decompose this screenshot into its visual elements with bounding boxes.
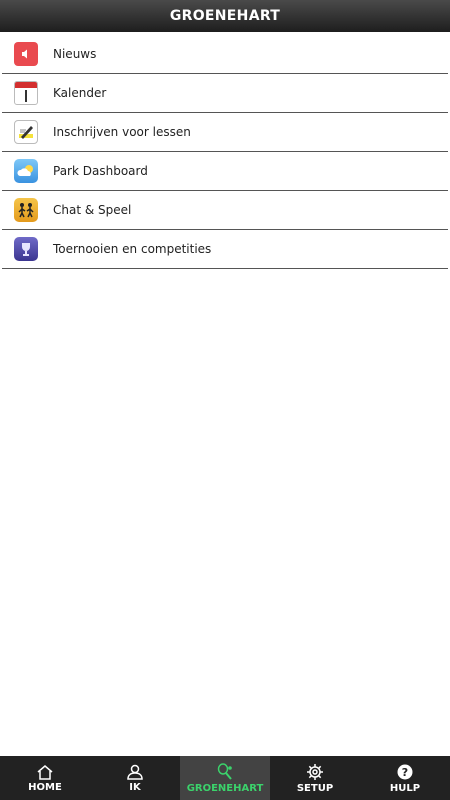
person-icon xyxy=(127,764,143,780)
menu-item-label: Toernooien en competities xyxy=(53,242,212,256)
tab-hulp[interactable]: ? HULP xyxy=(360,756,450,800)
speaker-icon xyxy=(14,42,38,66)
tennis-racket-icon xyxy=(217,762,232,780)
bottom-tab-bar: HOME IK GROENEHART SETUP ? HULP xyxy=(0,756,450,800)
menu-item-label: Kalender xyxy=(53,86,107,100)
calendar-icon xyxy=(14,81,38,105)
gear-icon xyxy=(307,763,323,780)
menu-item-inschrijven[interactable]: Inschrijven voor lessen xyxy=(2,113,448,152)
menu-item-label: Chat & Speel xyxy=(53,203,132,217)
tab-label: GROENEHART xyxy=(186,782,264,794)
menu-list: Nieuws Kalender Inschrijven voor lessen … xyxy=(2,35,448,269)
signup-icon xyxy=(14,120,38,144)
tab-ik[interactable]: IK xyxy=(90,756,180,800)
tab-label: SETUP xyxy=(296,782,334,794)
tab-label: HOME xyxy=(28,781,62,793)
tab-label: HULP xyxy=(389,782,421,794)
players-icon xyxy=(14,198,38,222)
menu-item-park-dashboard[interactable]: Park Dashboard xyxy=(2,152,448,191)
trophy-icon xyxy=(14,237,38,261)
tab-label: IK xyxy=(129,781,141,793)
home-icon xyxy=(37,764,53,780)
help-icon: ? xyxy=(397,764,413,779)
menu-item-kalender[interactable]: Kalender xyxy=(2,74,448,113)
svg-text:?: ? xyxy=(402,766,408,779)
menu-item-label: Park Dashboard xyxy=(53,164,148,178)
title-bar: GROENEHART xyxy=(0,0,450,32)
menu-item-label: Nieuws xyxy=(53,47,97,61)
menu-item-label: Inschrijven voor lessen xyxy=(53,125,191,139)
weather-cloud-icon xyxy=(14,159,38,183)
tab-groenehart[interactable]: GROENEHART xyxy=(180,756,270,800)
menu-item-chat-speel[interactable]: Chat & Speel xyxy=(2,191,448,230)
menu-item-toernooien[interactable]: Toernooien en competities xyxy=(2,230,448,269)
menu-item-nieuws[interactable]: Nieuws xyxy=(2,35,448,74)
page-title: GROENEHART xyxy=(169,8,281,24)
tab-home[interactable]: HOME xyxy=(0,756,90,800)
tab-setup[interactable]: SETUP xyxy=(270,756,360,800)
